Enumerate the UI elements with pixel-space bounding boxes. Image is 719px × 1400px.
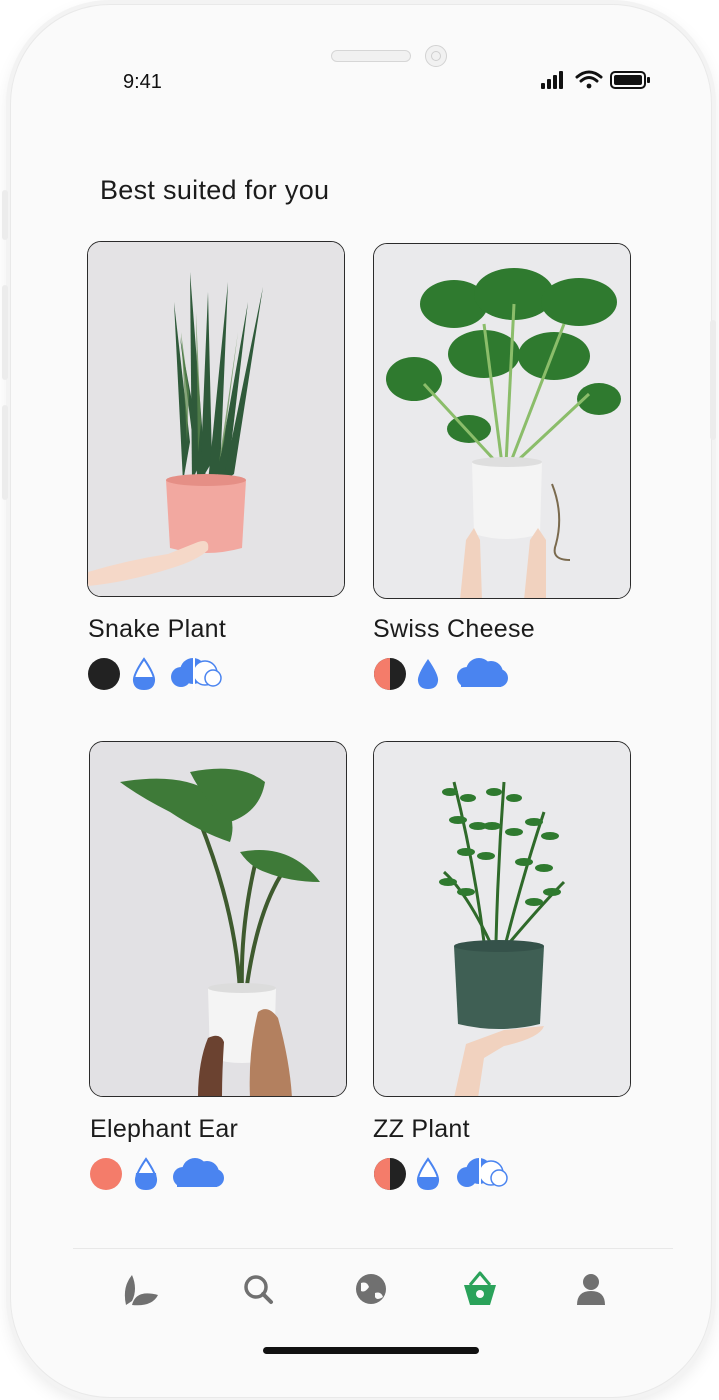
- status-time: 9:41: [123, 71, 162, 93]
- humidity-medium-icon: [171, 658, 222, 690]
- section-title: Best suited for you: [100, 175, 330, 205]
- earpiece-speaker: [331, 50, 411, 62]
- globe-icon: [356, 1274, 386, 1304]
- tab-plants[interactable]: [118, 1267, 162, 1311]
- power-button: [710, 320, 716, 440]
- mute-switch: [2, 190, 8, 240]
- light-low-icon: [88, 658, 120, 690]
- snake-plant-photo: [88, 242, 344, 596]
- plant-card-swiss-cheese[interactable]: [373, 243, 631, 599]
- water-low-icon: [417, 659, 439, 689]
- plant-card-zz-plant[interactable]: [373, 741, 631, 1097]
- light-medium-icon: [374, 658, 406, 690]
- plant-name[interactable]: Elephant Ear: [90, 1115, 238, 1144]
- swiss-cheese-photo: [374, 244, 630, 598]
- plant-card-snake-plant[interactable]: [87, 241, 345, 597]
- plant-name[interactable]: Swiss Cheese: [373, 615, 535, 644]
- care-indicators: [89, 1157, 249, 1193]
- water-half-icon: [134, 1157, 158, 1191]
- tab-explore[interactable]: [349, 1267, 393, 1311]
- plant-name[interactable]: ZZ Plant: [373, 1115, 470, 1144]
- light-medium-icon: [374, 1158, 406, 1190]
- elephant-ear-photo: [90, 742, 346, 1096]
- tab-shop[interactable]: [458, 1267, 502, 1311]
- humidity-high-icon: [173, 1158, 224, 1187]
- phone-frame: 9:41 Best suited for you Snake Plant Swi…: [10, 4, 712, 1398]
- humidity-medium-icon: [457, 1158, 508, 1190]
- plant-name[interactable]: Snake Plant: [88, 615, 226, 644]
- tab-search[interactable]: [236, 1267, 280, 1311]
- front-camera: [425, 45, 447, 67]
- light-bright-icon: [90, 1158, 122, 1190]
- battery-icon: [610, 71, 650, 89]
- home-indicator[interactable]: [263, 1347, 479, 1354]
- water-half-icon: [132, 657, 156, 691]
- shopping-basket-icon: [464, 1271, 496, 1305]
- status-icons: [541, 70, 650, 89]
- humidity-high-icon: [457, 658, 508, 687]
- care-indicators: [373, 1157, 533, 1193]
- volume-down-button: [2, 405, 8, 500]
- tab-profile[interactable]: [569, 1267, 613, 1311]
- zz-plant-photo: [374, 742, 630, 1096]
- plant-card-elephant-ear[interactable]: [89, 741, 347, 1097]
- cellular-signal-icon: [541, 71, 563, 89]
- care-indicators: [373, 657, 533, 693]
- care-indicators: [87, 657, 247, 693]
- search-icon: [244, 1275, 273, 1304]
- tab-bar-divider: [73, 1248, 673, 1249]
- volume-up-button: [2, 285, 8, 380]
- user-icon: [577, 1274, 605, 1305]
- wifi-icon: [575, 70, 603, 89]
- water-low-icon: [416, 1157, 440, 1191]
- leaf-icon: [124, 1275, 158, 1306]
